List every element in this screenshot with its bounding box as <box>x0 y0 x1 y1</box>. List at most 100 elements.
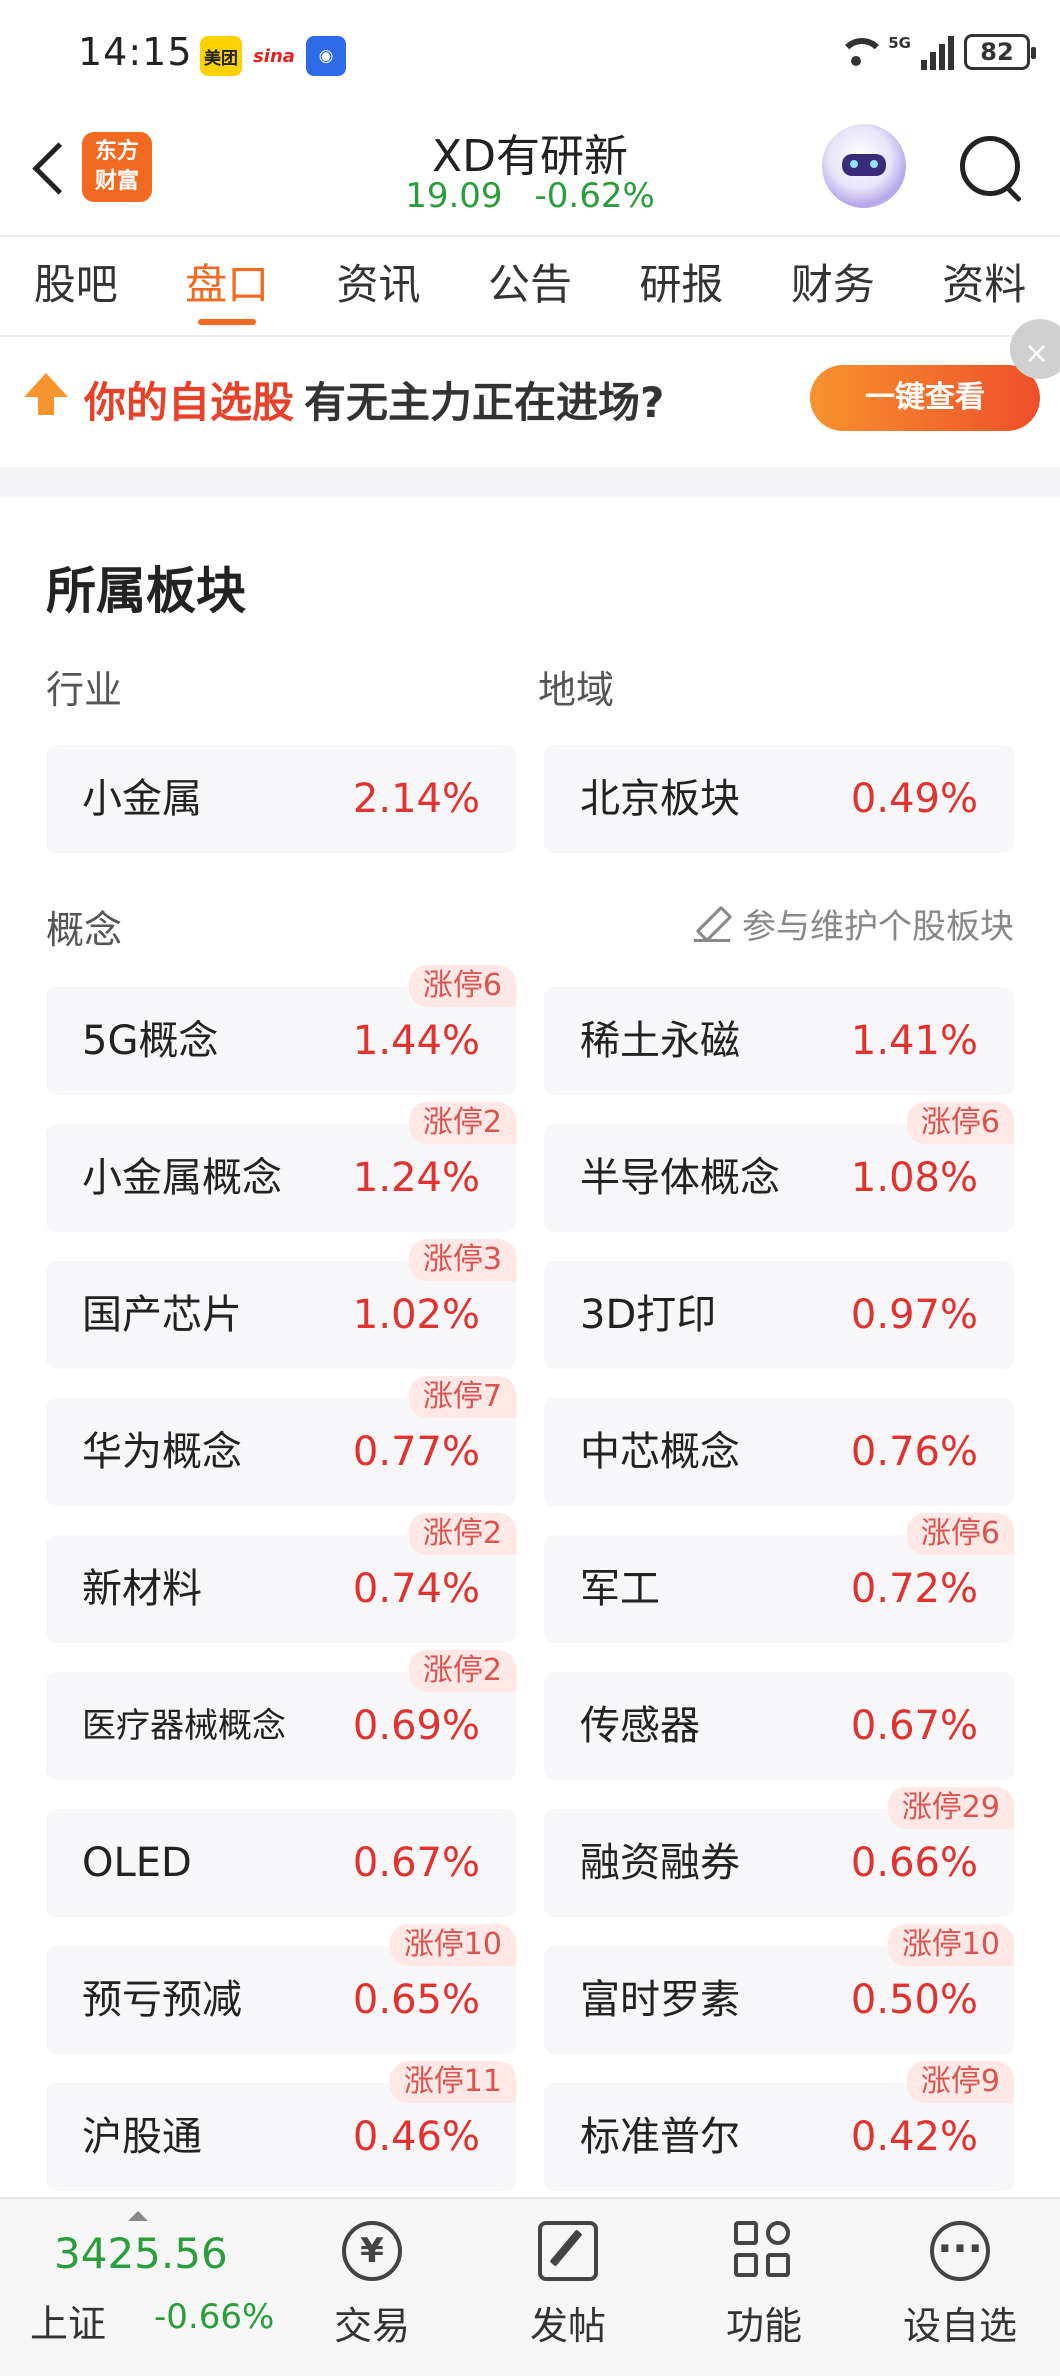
concept-card[interactable]: OLED 0.67% <box>46 1809 516 1917</box>
concept-card[interactable]: 中芯概念 0.76% <box>544 1398 1014 1506</box>
limit-up-badge: 涨停2 <box>408 1650 516 1692</box>
maintain-link-text: 参与维护个股板块 <box>742 907 1014 947</box>
one-click-view-button[interactable]: 一键查看 <box>810 365 1040 431</box>
status-time: 14:15 <box>78 30 193 74</box>
concept-name: 小金属概念 <box>82 1155 282 1201</box>
section-title: 所属板块 <box>46 562 246 620</box>
maintain-sectors-link[interactable]: 参与维护个股板块 <box>694 899 1014 948</box>
caret-up-icon <box>128 2211 148 2221</box>
concept-name: 中芯概念 <box>580 1429 740 1475</box>
nav-label: 设自选 <box>902 2304 1017 2348</box>
tab-guba[interactable]: 股吧 <box>0 237 151 335</box>
section-divider <box>0 467 1060 497</box>
concept-name: 融资融券 <box>580 1840 740 1886</box>
limit-up-badge: 涨停10 <box>887 1924 1014 1966</box>
industry-label: 行业 <box>46 668 123 712</box>
banner-highlight: 你的自选股 <box>84 378 295 427</box>
limit-up-badge: 涨停7 <box>408 1376 516 1418</box>
concept-card[interactable]: 小金属概念 1.24% 涨停2 <box>46 1102 516 1232</box>
concept-card[interactable]: 医疗器械概念 0.69% 涨停2 <box>46 1650 516 1780</box>
limit-up-badge: 涨停29 <box>887 1787 1014 1829</box>
index-value: 3425.56 <box>54 2229 228 2278</box>
concept-card[interactable]: 半导体概念 1.08% 涨停6 <box>544 1102 1014 1232</box>
limit-up-badge: 涨停3 <box>408 1239 516 1281</box>
arrow-up-icon <box>24 373 68 423</box>
nav-add-favorite[interactable]: 设自选 <box>880 2209 1040 2369</box>
concept-name: 医疗器械概念 <box>82 1706 286 1746</box>
tab-news[interactable]: 资讯 <box>303 237 454 335</box>
concept-card[interactable]: 国产芯片 1.02% 涨停3 <box>46 1239 516 1369</box>
battery-icon: 82 <box>964 34 1036 70</box>
sector-card-industry[interactable]: 小金属 2.14% <box>46 745 516 853</box>
concept-change: 0.76% <box>850 1429 978 1475</box>
concept-name: 国产芯片 <box>82 1292 242 1338</box>
promo-banner[interactable]: 你的自选股 有无主力正在进场? 一键查看 × <box>0 319 1060 467</box>
concept-change: 0.67% <box>352 1840 480 1886</box>
more-icon <box>930 2221 990 2281</box>
sector-name: 北京板块 <box>580 776 740 822</box>
banner-text: 你的自选股 有无主力正在进场? <box>84 369 664 430</box>
concept-name: 军工 <box>580 1566 660 1612</box>
sector-name: 小金属 <box>82 776 202 822</box>
concept-card[interactable]: 标准普尔 0.42% 涨停9 <box>544 2061 1014 2191</box>
concept-card[interactable]: 新材料 0.74% 涨停2 <box>46 1513 516 1643</box>
nav-trade[interactable]: ¥ 交易 <box>292 2209 452 2369</box>
limit-up-badge: 涨停6 <box>408 965 516 1007</box>
network-type: 5G <box>888 34 911 52</box>
concept-change: 1.41% <box>850 1018 978 1064</box>
tab-research[interactable]: 研报 <box>606 237 757 335</box>
tab-finance[interactable]: 财务 <box>757 237 908 335</box>
concept-name: 3D打印 <box>580 1292 717 1338</box>
shanghai-index[interactable]: 3425.56 上证 -0.66% <box>30 2211 290 2361</box>
concept-name: 标准普尔 <box>580 2114 740 2160</box>
concept-card[interactable]: 沪股通 0.46% 涨停11 <box>46 2061 516 2191</box>
trade-icon: ¥ <box>342 2221 402 2281</box>
concept-name: 传感器 <box>580 1703 700 1749</box>
stock-header: 东方 财富 XD有研新 19.09 -0.62% <box>0 110 1060 235</box>
sector-card-region[interactable]: 北京板块 0.49% <box>544 745 1014 853</box>
concept-card[interactable]: 3D打印 0.97% <box>544 1261 1014 1369</box>
concept-card[interactable]: 军工 0.72% 涨停6 <box>544 1513 1014 1643</box>
concept-name: 新材料 <box>82 1566 202 1612</box>
limit-up-badge: 涨停2 <box>408 1513 516 1555</box>
nav-label: 交易 <box>333 2304 410 2348</box>
search-icon[interactable] <box>956 132 1026 202</box>
concept-name: 半导体概念 <box>580 1155 780 1201</box>
concept-card[interactable]: 预亏预减 0.65% 涨停10 <box>46 1924 516 2054</box>
concept-card[interactable]: 5G概念 1.44% 涨停6 <box>46 965 516 1095</box>
sector-change: 2.14% <box>352 776 480 822</box>
banner-question: 有无主力正在进场? <box>304 378 665 427</box>
nav-label: 发帖 <box>529 2304 606 2348</box>
index-name: 上证 <box>30 2302 107 2346</box>
robot-assistant-avatar[interactable] <box>822 124 906 208</box>
concept-name: 5G概念 <box>82 1018 219 1064</box>
concept-name: 华为概念 <box>82 1429 242 1475</box>
status-bar: 14:15 美团 sina ◉ 5G 82 <box>0 0 1060 110</box>
sector-section: 所属板块 行业 地域 小金属 2.14% 北京板块 0.49% 概念 参与维护个… <box>0 497 1060 2197</box>
limit-up-badge: 涨停10 <box>389 1924 516 1966</box>
concept-card[interactable]: 华为概念 0.77% 涨停7 <box>46 1376 516 1506</box>
pencil-icon <box>694 906 730 942</box>
tab-pankou[interactable]: 盘口 <box>151 237 302 335</box>
concept-name: 沪股通 <box>82 2114 202 2160</box>
assistant-app-icon: ◉ <box>306 36 346 76</box>
concept-label: 概念 <box>46 908 123 952</box>
bottom-bar: 3425.56 上证 -0.66% ¥ 交易 发帖 功能 设自选 <box>0 2197 1060 2376</box>
concept-card[interactable]: 融资融券 0.66% 涨停29 <box>544 1787 1014 1917</box>
concept-card[interactable]: 稀土永磁 1.41% <box>544 987 1014 1095</box>
status-indicators: 5G 82 <box>834 34 1036 70</box>
concept-card[interactable]: 富时罗素 0.50% 涨停10 <box>544 1924 1014 2054</box>
wifi-icon <box>834 34 887 70</box>
limit-up-badge: 涨停2 <box>408 1102 516 1144</box>
nav-functions[interactable]: 功能 <box>684 2209 844 2369</box>
limit-up-badge: 涨停6 <box>906 1513 1014 1555</box>
grid-icon <box>734 2221 794 2281</box>
concept-name: 预亏预减 <box>82 1977 242 2023</box>
tab-announcements[interactable]: 公告 <box>454 237 605 335</box>
concept-name: OLED <box>82 1840 192 1886</box>
limit-up-badge: 涨停6 <box>906 1102 1014 1144</box>
nav-post[interactable]: 发帖 <box>488 2209 648 2369</box>
region-label: 地域 <box>538 668 615 712</box>
concept-card[interactable]: 传感器 0.67% <box>544 1672 1014 1780</box>
sector-change: 0.49% <box>850 776 978 822</box>
